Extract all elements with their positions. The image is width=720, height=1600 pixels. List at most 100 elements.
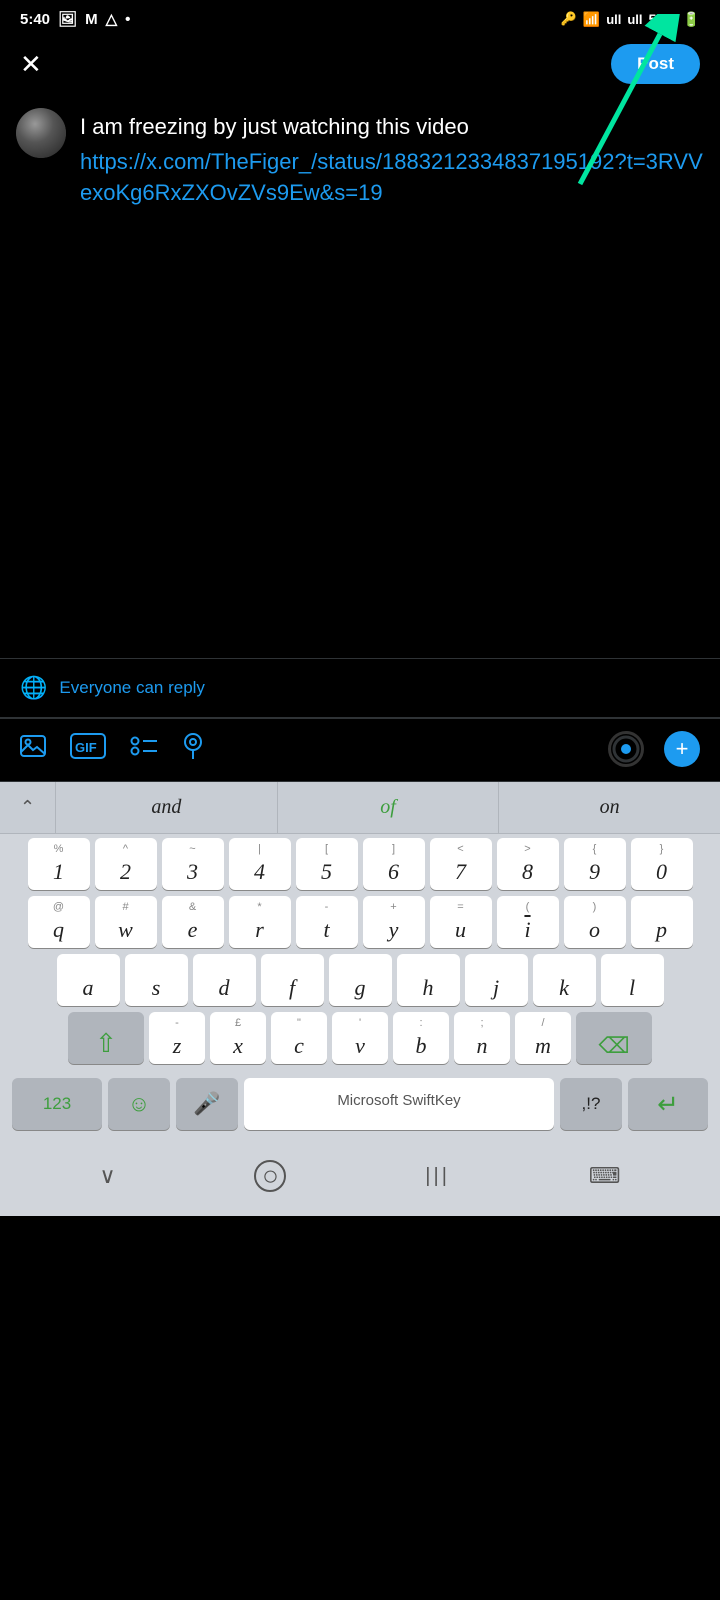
key-l[interactable]: l [601, 954, 664, 1006]
key-r[interactable]: * r [229, 896, 291, 948]
reply-settings[interactable]: 🌐 Everyone can reply [0, 659, 720, 717]
key-z[interactable]: - z [149, 1012, 205, 1064]
key-9[interactable]: { 9 [564, 838, 626, 890]
key-p[interactable]: p [631, 896, 693, 948]
key-6[interactable]: ] 6 [363, 838, 425, 890]
key-2[interactable]: ^ 2 [95, 838, 157, 890]
bottom-row: 123 ☺ 🎤 Microsoft SwiftKey ,!? ↵ [2, 1070, 718, 1140]
status-left: 5:40 🖼 M △ • [20, 10, 130, 28]
avatar-image [16, 108, 66, 158]
location-icon[interactable] [182, 732, 204, 767]
suggestion-on[interactable]: on [499, 782, 720, 833]
emoji-icon: ☺ [128, 1091, 150, 1117]
key-i[interactable]: ( i [497, 896, 559, 948]
123-label: 123 [43, 1094, 71, 1114]
key-f[interactable]: f [261, 954, 324, 1006]
word-suggestions: ⌃ and of on [0, 782, 720, 834]
nav-down[interactable]: ∨ [91, 1155, 123, 1197]
keyboard-icon: ⌨ [589, 1163, 621, 1189]
top-bar: ✕ Post [0, 34, 720, 98]
toolbar-right: + [608, 731, 700, 767]
tweet-body-text: I am freezing by just watching this vide… [80, 112, 704, 143]
key-c[interactable]: " c [271, 1012, 327, 1064]
nav-bar: ∨ ○ ||| ⌨ [0, 1140, 720, 1216]
compose-text[interactable]: I am freezing by just watching this vide… [80, 108, 704, 208]
key-q[interactable]: @ q [28, 896, 90, 948]
status-right: 🔑 📶 ull ull 53% 🔋 [561, 11, 700, 28]
key-x[interactable]: £ x [210, 1012, 266, 1064]
poll-icon[interactable] [130, 733, 158, 766]
compose-area: I am freezing by just watching this vide… [0, 98, 720, 228]
drive-icon: △ [106, 10, 118, 28]
mic-key[interactable]: 🎤 [176, 1078, 238, 1130]
key-t[interactable]: - t [296, 896, 358, 948]
key-d[interactable]: d [193, 954, 256, 1006]
key-k[interactable]: k [533, 954, 596, 1006]
key-n[interactable]: ; n [454, 1012, 510, 1064]
key-g[interactable]: g [329, 954, 392, 1006]
123-key[interactable]: 123 [12, 1078, 102, 1130]
tweet-link[interactable]: https://x.com/TheFiger_/status/188321233… [80, 147, 704, 209]
key-w[interactable]: # w [95, 896, 157, 948]
return-key[interactable]: ↵ [628, 1078, 708, 1130]
image-icon[interactable] [20, 733, 46, 766]
globe-icon: 🌐 [20, 675, 47, 701]
key-5[interactable]: [ 5 [296, 838, 358, 890]
battery-icon: 🔋 [683, 11, 700, 28]
keyboard-rows: % 1 ^ 2 ~ 3 | 4 [ 5 ] 6 [0, 834, 720, 1140]
key-7[interactable]: < 7 [430, 838, 492, 890]
home-circle-icon: ○ [254, 1160, 286, 1192]
key-b[interactable]: : b [393, 1012, 449, 1064]
toolbar-icons: GIF [20, 732, 204, 767]
gif-icon[interactable]: GIF [70, 733, 106, 766]
signal-icon: ull [606, 12, 621, 27]
key-s[interactable]: s [125, 954, 188, 1006]
wifi-icon: 📶 [583, 11, 600, 28]
photo-icon: 🖼 [58, 10, 77, 28]
plus-icon: + [676, 736, 689, 762]
keyboard-area: ⌃ and of on % 1 ^ 2 ~ [0, 782, 720, 1216]
suggestion-of[interactable]: of [278, 782, 500, 833]
key-e[interactable]: & e [162, 896, 224, 948]
mail-icon: M [85, 11, 98, 28]
mic-icon: 🎤 [193, 1091, 220, 1117]
time: 5:40 [20, 11, 50, 28]
punctuation-key[interactable]: ,!? [560, 1078, 622, 1130]
emoji-key[interactable]: ☺ [108, 1078, 170, 1130]
nav-recents[interactable]: ||| [417, 1157, 458, 1196]
key-h[interactable]: h [397, 954, 460, 1006]
suggestion-chevron[interactable]: ⌃ [0, 782, 56, 833]
suggestion-and[interactable]: and [56, 782, 278, 833]
return-icon: ↵ [657, 1089, 679, 1120]
key-j[interactable]: j [465, 954, 528, 1006]
signal2-icon: ull [627, 12, 642, 27]
nav-home[interactable]: ○ [246, 1152, 294, 1200]
svg-text:GIF: GIF [75, 740, 97, 755]
space-key[interactable]: Microsoft SwiftKey [244, 1078, 554, 1130]
post-button[interactable]: Post [611, 44, 700, 84]
battery-percent: 53% [649, 11, 677, 27]
recents-icon: ||| [425, 1165, 450, 1188]
qwerty-row: @ q # w & e * r - t + y [2, 896, 718, 948]
character-count [608, 731, 644, 767]
key-0[interactable]: } 0 [631, 838, 693, 890]
close-button[interactable]: ✕ [20, 51, 42, 77]
key-icon: 🔑 [561, 11, 577, 27]
key-a[interactable]: a [57, 954, 120, 1006]
key-m[interactable]: / m [515, 1012, 571, 1064]
asdf-row: a s d f g h j k l [2, 954, 718, 1006]
key-u[interactable]: = u [430, 896, 492, 948]
key-4[interactable]: | 4 [229, 838, 291, 890]
number-row: % 1 ^ 2 ~ 3 | 4 [ 5 ] 6 [2, 838, 718, 890]
nav-keyboard[interactable]: ⌨ [581, 1155, 629, 1197]
key-1[interactable]: % 1 [28, 838, 90, 890]
shift-key[interactable]: ⇧ [68, 1012, 144, 1064]
key-v[interactable]: ' v [332, 1012, 388, 1064]
key-o[interactable]: ) o [564, 896, 626, 948]
add-thread-button[interactable]: + [664, 731, 700, 767]
key-3[interactable]: ~ 3 [162, 838, 224, 890]
suggestion-words: and of on [56, 782, 720, 833]
backspace-key[interactable]: ⌫ [576, 1012, 652, 1064]
key-y[interactable]: + y [363, 896, 425, 948]
key-8[interactable]: > 8 [497, 838, 559, 890]
